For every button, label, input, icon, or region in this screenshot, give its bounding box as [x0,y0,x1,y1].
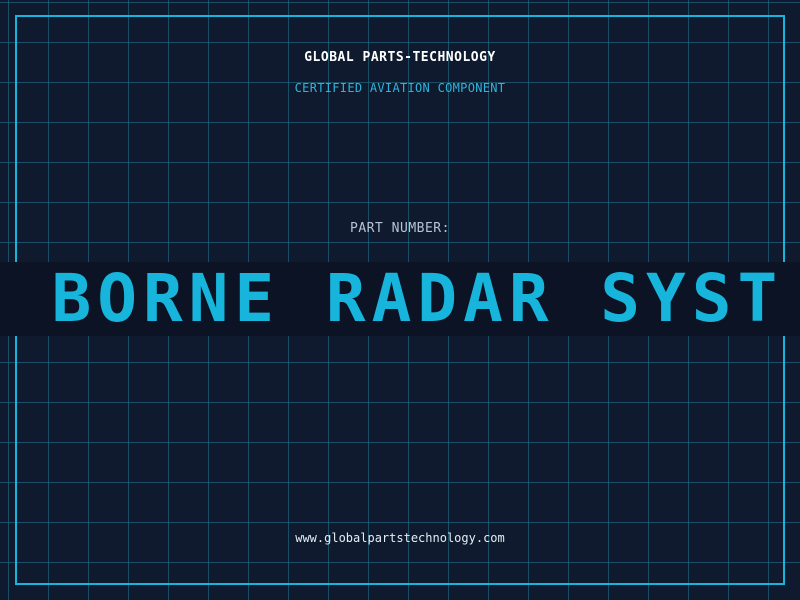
part-display-screen: GLOBAL PARTS-TECHNOLOGY CERTIFIED AVIATI… [0,0,800,600]
website-url: www.globalpartstechnology.com [295,531,505,545]
certification-subtitle: CERTIFIED AVIATION COMPONENT [294,81,506,95]
part-number-band: P BORNE RADAR SYST [0,262,800,336]
part-number-value: P BORNE RADAR SYST [0,262,784,336]
company-name: GLOBAL PARTS-TECHNOLOGY [304,50,496,65]
part-number-label: PART NUMBER: [350,221,450,236]
